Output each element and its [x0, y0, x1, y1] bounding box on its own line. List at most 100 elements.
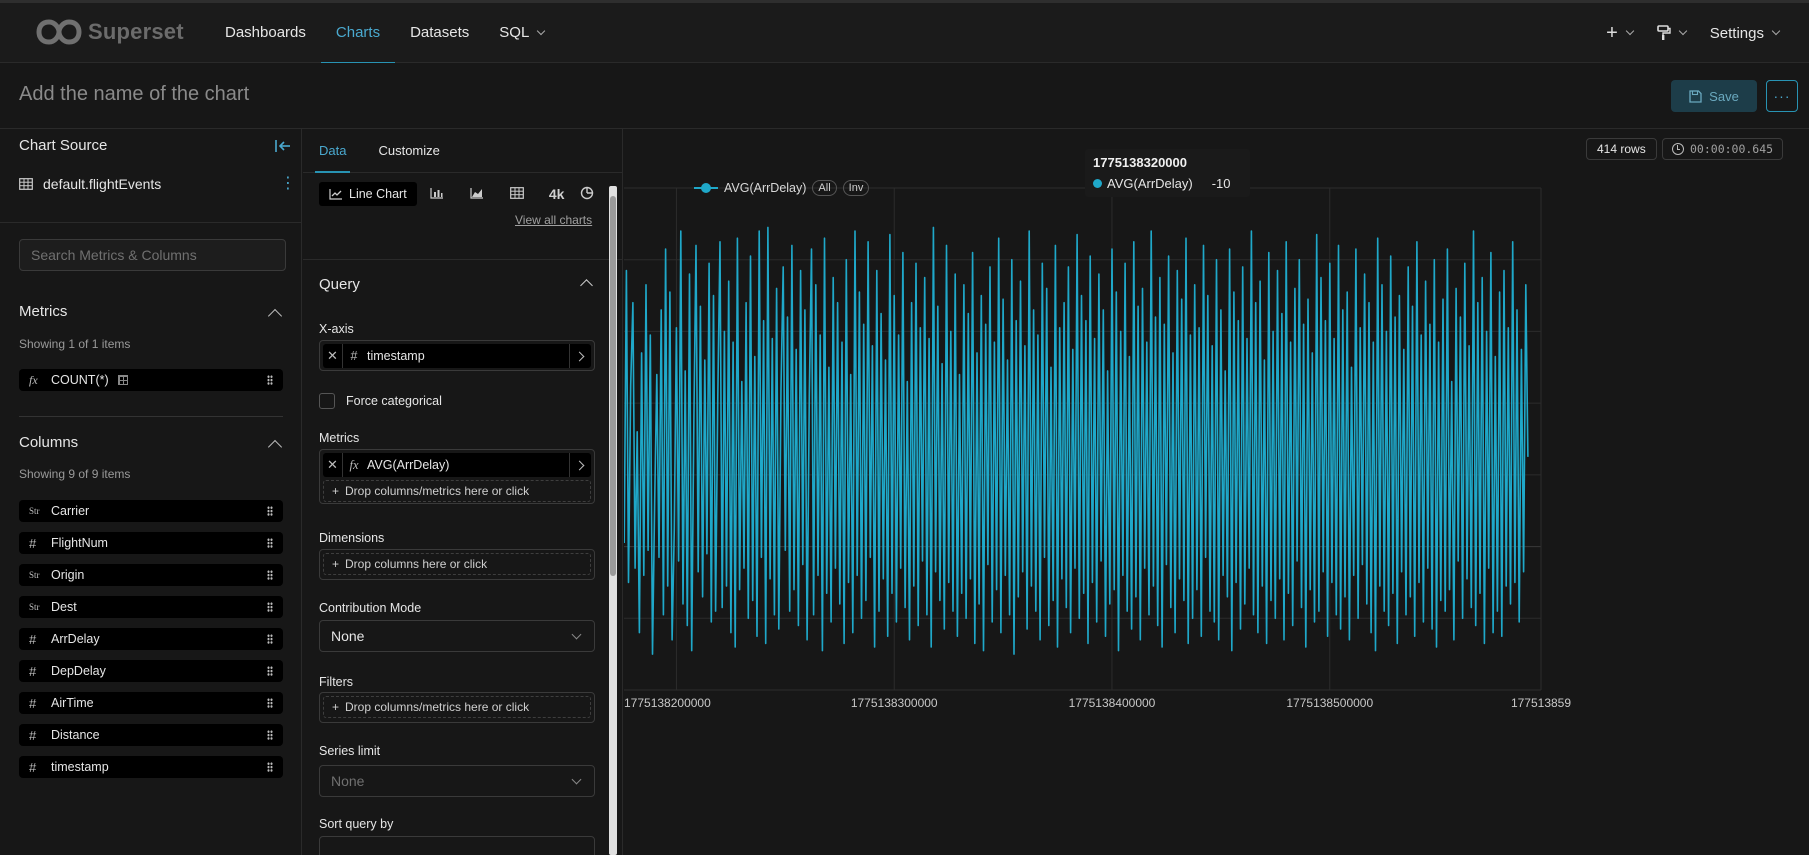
nav-dashboards[interactable]: Dashboards: [210, 3, 321, 63]
tooltip-row: AVG(ArrDelay) -10: [1093, 176, 1231, 191]
column-item-flightnum[interactable]: # FlightNum: [19, 532, 283, 554]
chevron-up-icon[interactable]: [267, 439, 283, 455]
remove-icon[interactable]: ✕: [323, 344, 343, 368]
legend-select-all-button[interactable]: All: [812, 180, 837, 196]
search-metrics-columns-input[interactable]: [19, 239, 286, 271]
save-button[interactable]: Save: [1671, 80, 1757, 112]
new-menu[interactable]: +: [1606, 21, 1635, 45]
chevron-down-icon: [537, 26, 546, 36]
chart-name-input[interactable]: Add the name of the chart: [19, 83, 249, 106]
string-type-icon: Str: [29, 506, 40, 516]
column-label: DepDelay: [51, 664, 106, 678]
column-item-timestamp[interactable]: # timestamp: [19, 756, 283, 778]
line-chart[interactable]: -40-200204060801001775138200000177513830…: [624, 129, 1809, 855]
nav-sql-label: SQL: [499, 24, 530, 41]
metrics-control: ✕ fx AVG(ArrDelay) + Drop columns/metrics…: [319, 449, 595, 504]
table-chart-icon[interactable]: [497, 186, 537, 202]
theme-menu[interactable]: [1656, 25, 1688, 41]
dataset-selector[interactable]: default.flightEvents: [19, 173, 289, 195]
datasource-panel: Chart Source default.flightEvents ⋮ Metr…: [0, 129, 302, 855]
metric-value[interactable]: ✕ fx AVG(ArrDelay): [323, 453, 591, 477]
column-label: Distance: [51, 728, 100, 742]
string-type-icon: Str: [29, 602, 40, 612]
nav-datasets[interactable]: Datasets: [395, 3, 484, 63]
column-item-arrdelay[interactable]: # ArrDelay: [19, 628, 283, 650]
drag-handle-icon: [267, 698, 273, 708]
settings-menu[interactable]: Settings: [1710, 25, 1781, 42]
brand-name: Superset: [88, 19, 184, 44]
chevron-right-icon[interactable]: [569, 344, 591, 368]
chevron-up-icon[interactable]: [580, 279, 593, 292]
tab-data[interactable]: Data: [314, 129, 352, 173]
sort-query-by-control[interactable]: [319, 836, 595, 855]
collapse-panel-icon[interactable]: [274, 138, 292, 156]
column-label: Dest: [51, 600, 77, 614]
chevron-right-icon[interactable]: [569, 453, 591, 477]
nav-datasets-label: Datasets: [410, 24, 470, 41]
column-item-carrier[interactable]: Str Carrier: [19, 500, 283, 522]
dataset-more-icon[interactable]: ⋮: [280, 176, 296, 192]
metrics-drop-zone[interactable]: + Drop columns/metrics here or click: [323, 480, 591, 502]
column-item-airtime[interactable]: # AirTime: [19, 692, 283, 714]
column-item-origin[interactable]: Str Origin: [19, 564, 283, 586]
divider: [0, 222, 302, 223]
filters-drop-zone[interactable]: + Drop columns/metrics here or click: [323, 696, 591, 718]
x-tick-label: 1775138500000: [1286, 696, 1373, 710]
x-tick-label: 177513859: [1511, 696, 1571, 710]
contribution-mode-select[interactable]: None: [319, 620, 595, 652]
superset-logo[interactable]: Superset: [36, 19, 184, 45]
dimensions-drop-zone[interactable]: + Drop columns here or click: [323, 553, 591, 575]
nav-charts[interactable]: Charts: [320, 3, 396, 64]
column-item-dest[interactable]: Str Dest: [19, 596, 283, 618]
column-item-depdelay[interactable]: # DepDelay: [19, 660, 283, 682]
tooltip-title: 1775138320000: [1093, 155, 1187, 170]
column-label: ArrDelay: [51, 632, 100, 646]
metrics-count: Showing 1 of 1 items: [19, 337, 131, 351]
bar-chart-icon[interactable]: [417, 187, 457, 202]
big-number-icon[interactable]: 4k: [537, 186, 577, 202]
area-chart-icon[interactable]: [457, 187, 497, 202]
drop-zone-label: Drop columns/metrics here or click: [345, 484, 530, 498]
chevron-up-icon[interactable]: [267, 308, 283, 324]
viz-type-selector: Line Chart 4k: [319, 181, 611, 207]
tab-customize[interactable]: Customize: [378, 129, 439, 172]
query-section-heading: Query: [319, 276, 360, 293]
viz-line-chart[interactable]: Line Chart: [319, 182, 417, 206]
dimensions-label: Dimensions: [319, 531, 385, 545]
metrics-label: Metrics: [319, 431, 360, 445]
tooltip-value: -10: [1211, 176, 1231, 191]
control-panel-scrollbar[interactable]: [609, 186, 617, 855]
save-icon: [1689, 89, 1702, 103]
x-tick-label: 1775138300000: [851, 696, 938, 710]
drag-handle-icon: [267, 570, 273, 580]
numeric-type-icon: #: [29, 695, 37, 711]
nav-charts-label: Charts: [335, 24, 381, 41]
metric-item[interactable]: fx COUNT(*): [19, 369, 283, 391]
legend-line-marker-icon: [694, 182, 718, 194]
remove-icon[interactable]: ✕: [323, 453, 343, 477]
query-timer-badge: 00:00:00.645: [1662, 138, 1784, 160]
nav-sql[interactable]: SQL: [484, 3, 559, 63]
x-axis-value[interactable]: ✕ # timestamp: [323, 344, 591, 368]
ellipsis-icon: ···: [1773, 88, 1791, 104]
plus-icon: +: [1606, 21, 1618, 44]
filters-label: Filters: [319, 675, 354, 689]
scrollbar-thumb[interactable]: [610, 196, 616, 576]
series-limit-label: Series limit: [319, 744, 381, 758]
numeric-type-icon: #: [29, 727, 37, 743]
x-axis-label: X-axis: [319, 322, 354, 336]
chevron-down-icon: [1678, 26, 1688, 36]
more-options-button[interactable]: ···: [1766, 80, 1798, 112]
force-categorical-checkbox[interactable]: [319, 393, 335, 409]
column-item-distance[interactable]: # Distance: [19, 724, 283, 746]
row-count-badge: 414 rows: [1586, 138, 1657, 160]
view-all-charts-link[interactable]: View all charts: [515, 213, 592, 227]
metric-label: COUNT(*): [51, 373, 109, 387]
series-limit-select[interactable]: None: [319, 765, 595, 797]
chevron-down-icon: [571, 774, 582, 785]
pie-chart-icon[interactable]: [577, 186, 597, 203]
legend-invert-button[interactable]: Inv: [842, 180, 870, 196]
divider: [303, 259, 622, 260]
legend-series-label[interactable]: AVG(ArrDelay): [724, 181, 806, 195]
series-limit-value: None: [331, 773, 365, 789]
